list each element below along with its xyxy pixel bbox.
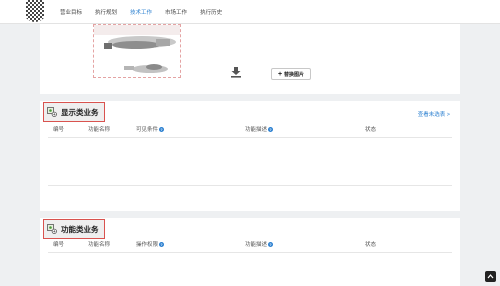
table-divider	[48, 252, 452, 253]
column-permission: 操作权限?	[136, 240, 165, 248]
plus-icon: +	[277, 70, 283, 78]
business-icon	[47, 107, 57, 117]
column-status: 状态	[365, 242, 377, 248]
nav-item-market-work[interactable]: 市场工作	[165, 8, 187, 16]
table-divider	[48, 185, 452, 186]
view-more-link[interactable]: 查看未选表 >	[418, 110, 450, 118]
section-title: 显示类业务	[61, 107, 99, 117]
nav-item-execution-history[interactable]: 执行历史	[200, 8, 222, 16]
column-function-desc-label: 功能描述	[245, 242, 268, 248]
nav-item-execution-plan[interactable]: 执行规划	[95, 8, 117, 16]
replace-image-button[interactable]: + 替换图片	[271, 68, 311, 80]
help-icon[interactable]: ?	[268, 241, 274, 247]
top-navbar: 营业目标 执行规划 技术工作 市场工作 执行历史	[0, 0, 500, 24]
function-business-card: 功能类业务 编号 功能名称 操作权限? 功能描述? 状态	[40, 218, 460, 286]
column-function-desc: 功能描述?	[245, 240, 274, 248]
column-status: 状态	[365, 127, 377, 133]
help-icon[interactable]: ?	[159, 126, 165, 132]
image-preview[interactable]	[93, 24, 181, 78]
help-icon[interactable]: ?	[159, 241, 165, 247]
main-nav: 营业目标 执行规划 技术工作 市场工作 执行历史	[60, 0, 235, 24]
table-divider	[48, 137, 452, 138]
image-card: + 替换图片	[40, 24, 460, 94]
scroll-to-top-button[interactable]	[485, 271, 496, 282]
column-visible-condition-label: 可见条件	[136, 127, 159, 133]
business-icon	[47, 224, 57, 234]
section-header-function: 功能类业务	[43, 219, 105, 239]
column-function-name: 功能名称	[88, 242, 111, 248]
section-header-display: 显示类业务	[43, 102, 105, 122]
column-id: 编号	[53, 242, 65, 248]
download-icon[interactable]	[230, 66, 242, 78]
app-logo[interactable]	[24, 0, 46, 24]
table-header: 编号 功能名称 操作权限? 功能描述? 状态	[40, 240, 460, 250]
nav-item-business-goal[interactable]: 营业目标	[60, 8, 82, 16]
column-function-name: 功能名称	[88, 127, 111, 133]
nav-item-tech-work[interactable]: 技术工作	[130, 8, 152, 16]
chevron-up-icon	[487, 274, 494, 279]
replace-image-label: 替换图片	[284, 71, 305, 78]
column-id: 编号	[53, 127, 65, 133]
column-permission-label: 操作权限	[136, 242, 159, 248]
column-function-desc: 功能描述?	[245, 125, 274, 133]
column-visible-condition: 可见条件?	[136, 125, 165, 133]
display-business-card: 显示类业务 查看未选表 > 编号 功能名称 可见条件? 功能描述? 状态	[40, 101, 460, 211]
column-function-desc-label: 功能描述	[245, 127, 268, 133]
section-title: 功能类业务	[61, 224, 99, 234]
table-header: 编号 功能名称 可见条件? 功能描述? 状态	[40, 125, 460, 135]
help-icon[interactable]: ?	[268, 126, 274, 132]
